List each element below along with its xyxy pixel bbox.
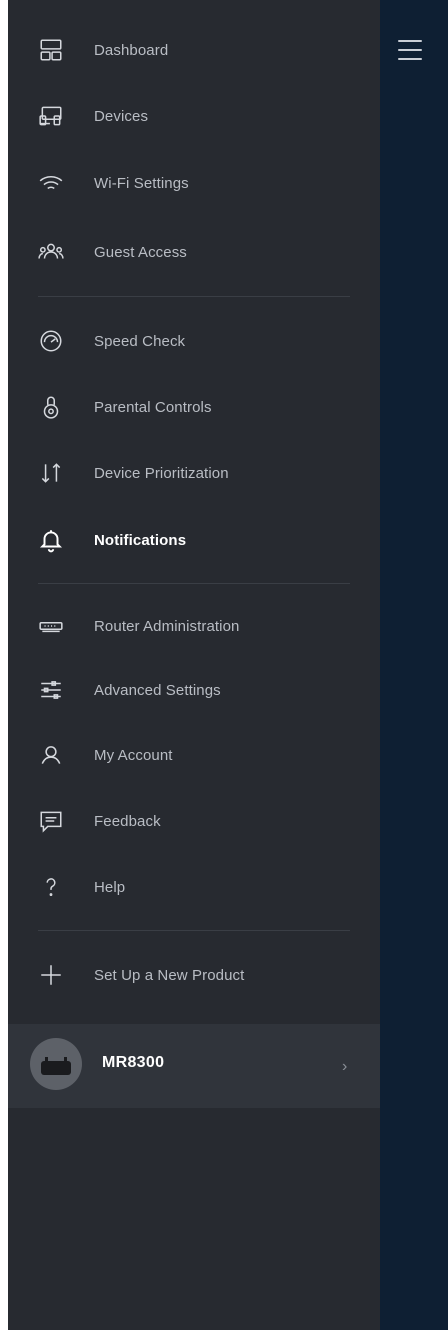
menu-item-parental-controls[interactable]: Parental Controls — [8, 382, 380, 432]
menu-item-router-administration[interactable]: Router Administration — [8, 601, 380, 651]
menu-divider — [38, 296, 350, 297]
menu-item-label: Wi-Fi Settings — [94, 174, 189, 192]
lock-icon — [36, 392, 66, 422]
devices-icon — [36, 101, 66, 131]
dashboard-icon — [36, 35, 66, 65]
menu-item-my-account[interactable]: My Account — [8, 730, 380, 780]
chevron-right-icon: › — [342, 1058, 348, 1075]
router-image — [41, 1057, 71, 1075]
menu-item-label: My Account — [94, 746, 173, 764]
menu-item-guest-access[interactable]: Guest Access — [8, 227, 380, 277]
router-icon — [36, 611, 66, 641]
menu-item-label: Device Prioritization — [94, 464, 229, 482]
feedback-icon — [36, 806, 66, 836]
product-name: MR8300 — [102, 1054, 165, 1071]
person-icon — [36, 740, 66, 770]
main-content-area — [380, 0, 448, 1330]
menu-divider — [38, 930, 350, 931]
menu-item-dashboard[interactable]: Dashboard — [8, 25, 380, 75]
menu-item-device-prioritization[interactable]: Device Prioritization — [8, 448, 380, 498]
menu-item-label: Feedback — [94, 812, 161, 830]
menu-item-speed-check[interactable]: Speed Check — [8, 316, 380, 366]
menu-item-label: Advanced Settings — [94, 681, 221, 699]
sliders-icon — [36, 675, 66, 705]
menu-item-label: Router Administration — [94, 617, 240, 635]
menu-item-notifications[interactable]: Notifications — [8, 515, 380, 565]
menu-line — [398, 58, 422, 60]
app-window: Dashboard Devices Wi-Fi Settings Guest A… — [8, 0, 448, 1330]
wifi-icon — [36, 168, 66, 198]
menu-item-help[interactable]: Help — [8, 862, 380, 912]
guest-access-icon — [36, 237, 66, 267]
router-avatar — [30, 1038, 82, 1090]
menu-item-label: Dashboard — [94, 41, 169, 59]
menu-item-label: Set Up a New Product — [94, 966, 245, 984]
product-row[interactable]: MR8300 › — [8, 1024, 380, 1108]
menu-item-wifi-settings[interactable]: Wi-Fi Settings — [8, 158, 380, 208]
menu-item-label: Speed Check — [94, 332, 186, 350]
menu-item-advanced-settings[interactable]: Advanced Settings — [8, 665, 380, 715]
menu-item-label: Help — [94, 878, 126, 896]
hamburger-menu-button[interactable] — [396, 36, 424, 64]
speedometer-icon — [36, 326, 66, 356]
plus-icon — [36, 960, 66, 990]
navigation-drawer: Dashboard Devices Wi-Fi Settings Guest A… — [8, 0, 380, 1330]
menu-item-set-up-new-product[interactable]: Set Up a New Product — [8, 950, 380, 1000]
question-icon — [36, 872, 66, 902]
menu-item-label: Devices — [94, 107, 149, 125]
menu-item-label: Parental Controls — [94, 398, 212, 416]
priority-arrows-icon — [36, 458, 66, 488]
menu-line — [398, 49, 422, 51]
menu-divider — [38, 583, 350, 584]
bell-icon — [36, 525, 66, 555]
menu-item-devices[interactable]: Devices — [8, 91, 380, 141]
menu-item-feedback[interactable]: Feedback — [8, 796, 380, 846]
menu-item-label: Notifications — [94, 531, 187, 549]
menu-item-label: Guest Access — [94, 243, 187, 261]
menu-line — [398, 40, 422, 42]
